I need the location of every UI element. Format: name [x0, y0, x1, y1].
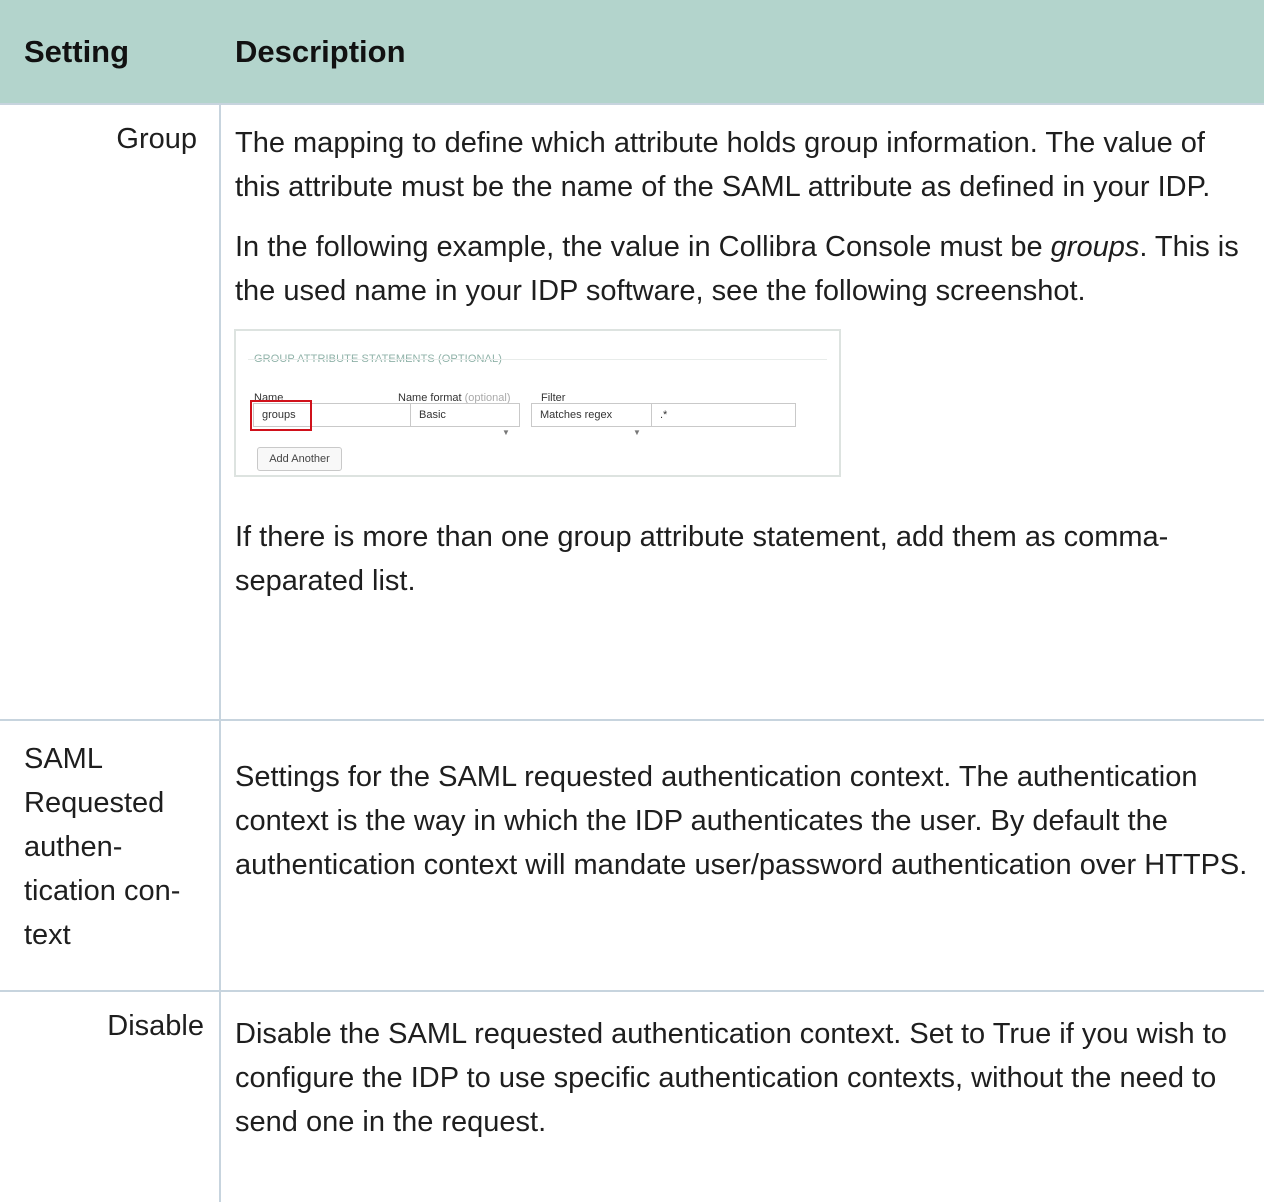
group-paragraph-1: The mapping to define which attribute ho… [235, 127, 1211, 203]
description-saml-requested: Settings for the SAML requested authenti… [235, 761, 1248, 881]
table-row-group: Group The mapping to define which attrib… [0, 105, 1264, 721]
setting-saml-requested: SAML Requested authen­tication con­text [0, 721, 221, 990]
description-disable: Disable the SAML requested authenticatio… [235, 1018, 1227, 1138]
table-header: Setting Description [0, 0, 1264, 105]
group-attribute-screenshot: GROUP ATTRIBUTE STATEMENTS (OPTIONAL) Na… [234, 329, 841, 477]
setting-group: Group [0, 105, 221, 719]
setting-disable: Disable [0, 992, 221, 1202]
screenshot-highlight-box [250, 400, 312, 431]
add-another-button[interactable]: Add Another [257, 447, 342, 471]
settings-table: Setting Description Group The mapping to… [0, 0, 1264, 1202]
group-paragraph-3: If there is more than one group attribut… [235, 521, 1169, 597]
table-row-saml-requested: SAML Requested authen­tication con­text … [0, 721, 1264, 992]
header-setting: Setting [24, 33, 130, 69]
chevron-down-icon: ▼ [502, 428, 510, 437]
group-p2-before: In the following example, the value in C… [235, 231, 1051, 263]
group-paragraph-2: In the following example, the value in C… [235, 225, 1250, 313]
chevron-down-icon: ▼ [633, 428, 641, 437]
header-description: Description [235, 33, 406, 69]
table-row-disable: Disable Disable the SAML requested authe… [0, 992, 1264, 1202]
screenshot-filter-input[interactable]: .* [651, 403, 796, 427]
group-p2-emphasis: groups [1050, 231, 1140, 263]
screenshot-divider [248, 359, 827, 360]
description-group: The mapping to define which attribute ho… [221, 105, 1264, 719]
